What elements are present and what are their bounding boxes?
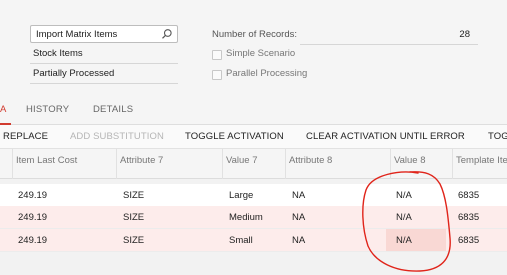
status-value: Partially Processed — [33, 68, 115, 79]
parallel-processing-checkbox[interactable] — [212, 70, 222, 80]
table-row[interactable]: 249.19 SIZE Large NA N/A 6835 — [0, 184, 507, 207]
column-separator — [222, 149, 223, 179]
active-cell-highlight — [386, 229, 446, 251]
filter-panel: Import Matrix Items Stock Items Partiall… — [0, 0, 507, 97]
add-substitution-button[interactable]: ADD SUBSTITUTION — [70, 131, 164, 142]
column-separator — [390, 149, 391, 179]
column-header-template-item[interactable]: Template Ite — [456, 155, 507, 166]
records-count-label: Number of Records: — [212, 29, 298, 40]
cell-value-8: N/A — [396, 235, 412, 246]
tab-active[interactable]: A — [0, 104, 6, 115]
cell-attribute-8: NA — [292, 235, 306, 246]
column-header-attribute-7[interactable]: Attribute 7 — [120, 155, 163, 166]
column-header-value-8[interactable]: Value 8 — [394, 155, 426, 166]
cell-attribute-8: NA — [292, 190, 306, 201]
column-header-value-7[interactable]: Value 7 — [226, 155, 258, 166]
parallel-processing-label: Parallel Processing — [226, 68, 308, 79]
cell-value-8: N/A — [396, 212, 412, 223]
column-separator — [116, 149, 117, 179]
column-separator — [285, 149, 286, 179]
table-row[interactable]: 249.19 SIZE Medium NA N/A 6835 — [0, 206, 507, 229]
cell-value-7: Large — [229, 190, 254, 201]
cell-attribute-8: NA — [292, 212, 306, 223]
cell-value-8: N/A — [396, 190, 412, 201]
cell-value-7: Small — [229, 235, 253, 246]
selection-lookup-value: Import Matrix Items — [36, 29, 118, 40]
item-class-value: Stock Items — [33, 48, 83, 59]
cell-attribute-7: SIZE — [123, 235, 145, 246]
toggle-activation-button[interactable]: TOGGLE ACTIVATION — [185, 131, 284, 142]
records-count-underline — [300, 44, 478, 45]
cell-attribute-7: SIZE — [123, 212, 145, 223]
item-class-field: Stock Items — [30, 45, 178, 64]
cell-value-7: Medium — [229, 212, 263, 223]
records-count-value: 28 — [459, 29, 470, 40]
column-separator — [12, 149, 13, 179]
cell-template-item: 6835 — [458, 235, 480, 246]
replace-button[interactable]: REPLACE — [3, 131, 48, 142]
status-field: Partially Processed — [30, 65, 178, 84]
simple-scenario-label: Simple Scenario — [226, 48, 296, 59]
search-icon[interactable] — [161, 28, 173, 40]
cell-item-last-cost: 249.19 — [18, 235, 48, 246]
column-header-attribute-8[interactable]: Attribute 8 — [289, 155, 332, 166]
cell-attribute-7: SIZE — [123, 190, 145, 201]
tab-history[interactable]: HISTORY — [26, 104, 69, 115]
column-header-item-last-cost[interactable]: Item Last Cost — [16, 155, 77, 166]
cell-item-last-cost: 249.19 — [18, 212, 48, 223]
simple-scenario-checkbox[interactable] — [212, 50, 222, 60]
column-separator — [452, 149, 453, 179]
tab-details[interactable]: DETAILS — [93, 104, 133, 115]
cell-template-item: 6835 — [458, 190, 480, 201]
grid-toolbar: REPLACE ADD SUBSTITUTION TOGGLE ACTIVATI… — [0, 125, 507, 149]
table-row-selected[interactable]: 249.19 SIZE Small NA N/A 6835 — [0, 229, 507, 252]
selection-lookup-field[interactable]: Import Matrix Items — [30, 25, 178, 43]
clear-activation-until-error-button[interactable]: CLEAR ACTIVATION UNTIL ERROR — [306, 131, 465, 142]
cell-template-item: 6835 — [458, 212, 480, 223]
toggle-button-truncated[interactable]: TOG — [488, 131, 507, 142]
tab-bar: A HISTORY DETAILS — [0, 97, 507, 125]
cell-item-last-cost: 249.19 — [18, 190, 48, 201]
grid-header: Item Last Cost Attribute 7 Value 7 Attri… — [0, 149, 507, 179]
